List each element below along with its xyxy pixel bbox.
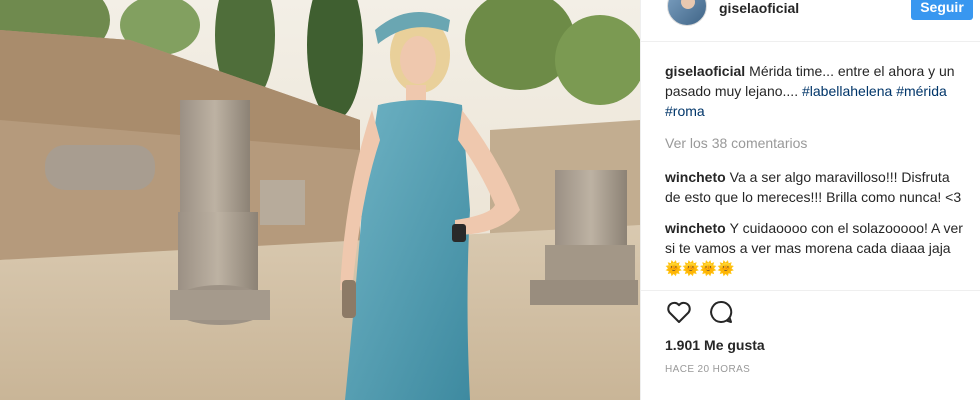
post-author-username[interactable]: giselaoficial [719,0,799,16]
heart-outline-icon[interactable] [665,298,695,328]
avatar[interactable] [667,0,707,26]
follow-button[interactable]: Seguir [911,0,973,20]
comment-item: wincheto Y cuidaoooo con el solazooooo! A… [665,218,965,278]
post-header: giselaoficial Seguir [641,0,980,40]
post-actions [665,298,965,330]
view-all-comments-link[interactable]: Ver los 38 comentarios [665,133,965,153]
comments-divider [641,290,980,291]
caption-username[interactable]: giselaoficial [665,63,745,79]
comment-username[interactable]: wincheto [665,220,726,236]
comment-item: wincheto Va a ser algo maravilloso!!! Dis… [665,167,965,207]
post-details-panel: giselaoficial Seguir giselaoficial Mérida… [640,0,980,400]
header-divider [641,41,980,42]
speech-bubble-icon[interactable] [707,298,737,328]
post-photo[interactable] [0,0,640,400]
hashtag-labellahelena[interactable]: #labellahelena [802,83,892,99]
comment-username[interactable]: wincheto [665,169,726,185]
likes-count[interactable]: 1.901 Me gusta [665,337,765,353]
hashtag-roma[interactable]: #roma [665,103,705,119]
likes-number: 1.901 [665,337,701,353]
photo-roman-ruins [0,0,640,400]
hashtag-merida[interactable]: #mérida [896,83,947,99]
likes-label: Me gusta [704,337,765,353]
comments-list: giselaoficial Mérida time... entre el aho… [665,61,965,289]
post-timestamp[interactable]: HACE 20 HORAS [665,364,750,375]
caption: giselaoficial Mérida time... entre el aho… [665,61,965,121]
